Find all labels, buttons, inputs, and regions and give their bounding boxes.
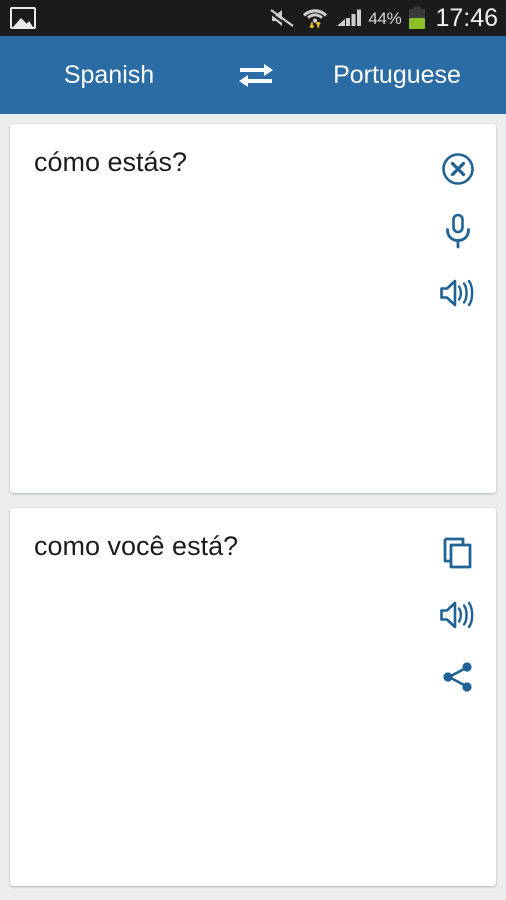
copy-icon	[441, 535, 475, 571]
copy-button[interactable]	[427, 522, 489, 584]
speak-source-button[interactable]	[427, 262, 489, 324]
status-bar-system-icons: 44% 17:46	[269, 3, 506, 32]
language-selector-bar: Spanish Portuguese	[0, 36, 506, 114]
swap-languages-icon	[236, 58, 276, 93]
battery-icon	[408, 6, 426, 30]
translated-text: como você está?	[34, 531, 239, 561]
microphone-button[interactable]	[427, 200, 489, 262]
sound-muted-icon	[269, 7, 295, 29]
microphone-icon	[441, 212, 475, 250]
clear-circle-icon	[440, 151, 476, 187]
source-language-button[interactable]: Spanish	[0, 62, 228, 88]
speaker-icon	[438, 598, 478, 632]
speak-target-button[interactable]	[427, 584, 489, 646]
status-bar-notifications	[0, 7, 269, 29]
photo-icon	[10, 7, 36, 29]
battery-percent-label: 44%	[368, 8, 402, 28]
swap-languages-button[interactable]	[228, 58, 284, 93]
target-card-actions	[420, 522, 496, 708]
cellular-signal-icon	[335, 7, 362, 29]
source-text-card: cómo estás?	[10, 124, 496, 493]
target-language-button[interactable]: Portuguese	[284, 62, 506, 88]
speaker-icon	[438, 276, 478, 310]
wifi-data-transfer-icon	[302, 7, 328, 29]
source-card-actions	[420, 138, 496, 324]
clock-label: 17:46	[435, 3, 498, 32]
status-bar: 44% 17:46	[0, 0, 506, 36]
clear-button[interactable]	[427, 138, 489, 200]
source-text-input[interactable]: cómo estás?	[34, 145, 410, 179]
translation-result-card: como você está?	[10, 508, 496, 886]
share-button[interactable]	[427, 646, 489, 708]
translator-app-screen: 44% 17:46 Spanish Portuguese cómo estás?…	[0, 0, 506, 900]
share-icon	[440, 660, 476, 694]
